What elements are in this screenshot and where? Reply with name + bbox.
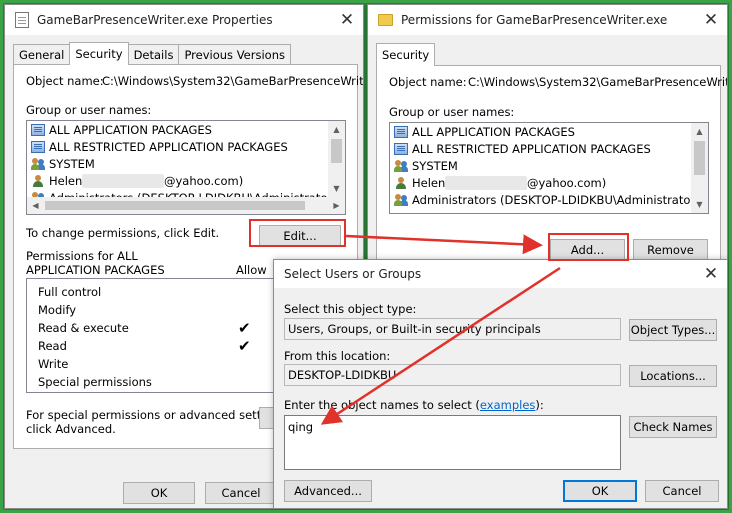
horizontal-scrollbar[interactable]: ◀ ▶ bbox=[27, 197, 345, 214]
file-icon bbox=[15, 12, 29, 28]
list-item[interactable]: ALL APPLICATION PACKAGES bbox=[27, 121, 345, 138]
object-name-label: Object name: bbox=[389, 75, 467, 89]
object-types-button[interactable]: Object Types... bbox=[629, 319, 717, 341]
scroll-left-icon[interactable]: ◀ bbox=[27, 197, 44, 214]
list-item[interactable]: ALL RESTRICTED APPLICATION PACKAGES bbox=[27, 138, 345, 155]
group-label: Group or user names: bbox=[389, 105, 515, 119]
list-item[interactable]: Helen xxxxxxxxxxxx @yahoo.com) bbox=[27, 172, 345, 189]
location-label: From this location: bbox=[284, 349, 391, 363]
location-field: DESKTOP-LDIDKBU bbox=[284, 364, 621, 386]
list-item[interactable]: Administrators (DESKTOP-LDIDKBU\Administ… bbox=[390, 191, 708, 208]
tab-details[interactable]: Details bbox=[127, 44, 180, 65]
scroll-thumb[interactable] bbox=[694, 141, 705, 175]
select-users-titlebar: Select Users or Groups ✕ bbox=[274, 260, 727, 288]
close-icon[interactable]: ✕ bbox=[701, 264, 721, 284]
list-item[interactable]: SYSTEM bbox=[27, 155, 345, 172]
scroll-up-icon[interactable]: ▲ bbox=[328, 121, 345, 138]
list-item[interactable]: ALL APPLICATION PACKAGES bbox=[390, 123, 708, 140]
list-item[interactable]: Helen xxxxxxxxxxxx @yahoo.com) bbox=[390, 174, 708, 191]
list-item[interactable]: SYSTEM bbox=[390, 157, 708, 174]
check-names-button[interactable]: Check Names bbox=[629, 416, 717, 438]
user-list[interactable]: ALL APPLICATION PACKAGES ALL RESTRICTED … bbox=[389, 122, 709, 214]
scroll-thumb[interactable] bbox=[45, 201, 305, 210]
app-package-icon bbox=[394, 125, 408, 138]
check-icon: ✔ bbox=[238, 319, 251, 337]
properties-tabs: General Security Details Previous Versio… bbox=[13, 42, 291, 65]
check-icon: ✔ bbox=[238, 337, 251, 355]
scroll-thumb[interactable] bbox=[331, 139, 342, 163]
advanced-button[interactable]: Advanced... bbox=[284, 480, 372, 502]
close-icon[interactable]: ✕ bbox=[337, 10, 357, 30]
cancel-button[interactable]: Cancel bbox=[645, 480, 719, 502]
locations-button[interactable]: Locations... bbox=[629, 365, 717, 387]
app-package-icon bbox=[31, 123, 45, 136]
redacted-text: xxxxxxxxxxxx bbox=[82, 173, 164, 188]
app-package-icon bbox=[31, 140, 45, 153]
select-users-window: Select Users or Groups ✕ Select this obj… bbox=[273, 259, 728, 509]
special-permissions-hint-2: click Advanced. bbox=[26, 422, 116, 436]
change-hint: To change permissions, click Edit. bbox=[26, 226, 220, 240]
allow-column-header: Allow bbox=[236, 263, 267, 277]
permissions-title: Permissions for GameBarPresenceWriter.ex… bbox=[401, 13, 668, 27]
app-package-icon bbox=[394, 142, 408, 155]
tab-previous-versions[interactable]: Previous Versions bbox=[178, 44, 291, 65]
ok-button[interactable]: OK bbox=[123, 482, 195, 504]
scroll-down-icon[interactable]: ▼ bbox=[328, 180, 345, 197]
special-permissions-hint: For special permissions or advanced sett… bbox=[26, 408, 289, 422]
user-icon bbox=[31, 174, 45, 187]
object-name-value: C:\Windows\System32\GameBarPresenceWrite… bbox=[102, 74, 364, 88]
permissions-for-label: Permissions for ALL bbox=[26, 249, 138, 263]
object-type-field: Users, Groups, or Built-in security prin… bbox=[284, 318, 621, 340]
enter-names-label: Enter the object names to select (exampl… bbox=[284, 398, 544, 412]
user-list[interactable]: ALL APPLICATION PACKAGES ALL RESTRICTED … bbox=[26, 120, 346, 215]
object-names-input[interactable]: qing bbox=[284, 415, 621, 470]
object-type-label: Select this object type: bbox=[284, 302, 417, 316]
examples-link[interactable]: examples bbox=[480, 398, 536, 412]
users-icon bbox=[394, 159, 408, 172]
user-icon bbox=[394, 176, 408, 189]
vertical-scrollbar[interactable]: ▲ ▼ bbox=[691, 123, 708, 213]
scroll-up-icon[interactable]: ▲ bbox=[691, 123, 708, 140]
object-name-label: Object name: bbox=[26, 74, 104, 88]
vertical-scrollbar[interactable]: ▲ ▼ bbox=[328, 121, 345, 197]
users-icon bbox=[394, 193, 408, 206]
scroll-right-icon[interactable]: ▶ bbox=[328, 197, 345, 214]
group-label: Group or user names: bbox=[26, 103, 152, 117]
close-icon[interactable]: ✕ bbox=[701, 10, 721, 30]
cancel-button[interactable]: Cancel bbox=[205, 482, 277, 504]
tab-security[interactable]: Security bbox=[69, 42, 129, 65]
users-icon bbox=[31, 157, 45, 170]
tab-general[interactable]: General bbox=[13, 44, 71, 65]
add-button[interactable]: Add... bbox=[550, 239, 625, 261]
properties-title: GameBarPresenceWriter.exe Properties bbox=[37, 13, 273, 27]
permissions-tabs: Security bbox=[376, 43, 436, 66]
tab-security[interactable]: Security bbox=[376, 43, 436, 66]
edit-button[interactable]: Edit... bbox=[259, 225, 341, 247]
select-users-title: Select Users or Groups bbox=[284, 267, 422, 281]
properties-titlebar: GameBarPresenceWriter.exe Properties ✕ bbox=[5, 5, 363, 35]
list-item[interactable]: ALL RESTRICTED APPLICATION PACKAGES bbox=[390, 140, 708, 157]
object-name-value: C:\Windows\System32\GameBarPresenceWrite… bbox=[468, 75, 728, 89]
ok-button[interactable]: OK bbox=[563, 480, 637, 502]
permissions-titlebar: Permissions for GameBarPresenceWriter.ex… bbox=[368, 5, 727, 35]
remove-button[interactable]: Remove bbox=[633, 239, 708, 261]
redacted-text: xxxxxxxxxxxx bbox=[445, 175, 527, 190]
folder-icon bbox=[378, 14, 393, 26]
permissions-for-label-2: APPLICATION PACKAGES bbox=[26, 263, 165, 277]
scroll-down-icon[interactable]: ▼ bbox=[691, 196, 708, 213]
